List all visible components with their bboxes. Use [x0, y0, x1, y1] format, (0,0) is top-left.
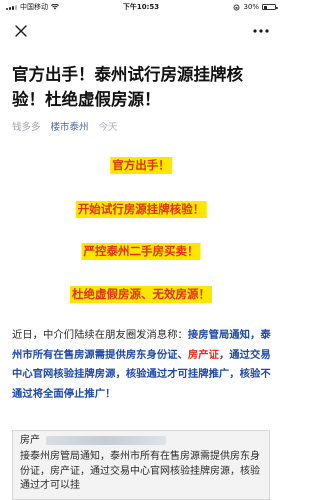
article-title: 官方出手！泰州试行房源挂牌核验！杜绝虚假房源！	[12, 65, 243, 109]
highlight-line-1: 官方出手！	[110, 157, 172, 174]
paragraph-intro: 近日，中介们陆续在朋友圈发消息称：	[12, 329, 188, 341]
article-paragraph: 近日，中介们陆续在朋友圈发消息称：接房管局通知，泰州市所有在售房源需提供房东身份…	[12, 326, 272, 404]
article-date: 今天	[98, 122, 118, 133]
signal-icon	[6, 4, 17, 10]
close-icon	[15, 25, 27, 37]
paragraph-certificate: 房产证	[187, 348, 219, 361]
status-time: 下午10:53	[122, 3, 160, 11]
highlight-line-4: 杜绝虚假房源、无效房源！	[70, 286, 212, 303]
card-body: 接泰州房管局通知，泰州市所有在售房源需提供房东身份证，房产证，通过交易中心官网核…	[20, 451, 260, 491]
close-button[interactable]	[12, 22, 30, 40]
article-meta: 钱多多 楼市泰州 今天	[12, 119, 118, 133]
article-author: 钱多多	[12, 122, 41, 133]
more-button[interactable]	[252, 22, 270, 40]
highlight-line-2: 开始试行房源挂牌核验！	[75, 201, 207, 218]
status-right: 30%	[166, 3, 278, 11]
battery-icon	[262, 4, 278, 10]
card-header-label: 房产	[20, 435, 40, 446]
quoted-message-card: 房产 接泰州房管局通知，泰州市所有在售房源需提供房东身份证，房产证，通过交易中心…	[12, 430, 270, 500]
carrier-name: 中国移动	[20, 3, 48, 11]
account-name-link[interactable]: 楼市泰州	[51, 119, 89, 133]
more-icon	[253, 29, 269, 33]
nav-bar	[0, 14, 282, 48]
wifi-icon	[51, 4, 59, 10]
status-left: 中国移动	[6, 2, 116, 12]
orientation-lock-icon	[233, 4, 240, 10]
card-header: 房产	[20, 434, 262, 447]
battery-percent: 30%	[243, 3, 259, 11]
blurred-contact	[46, 436, 166, 445]
highlight-line-3: 严控泰州二手房买卖！	[81, 243, 201, 260]
status-bar: 中国移动 下午10:53 30%	[0, 0, 282, 14]
